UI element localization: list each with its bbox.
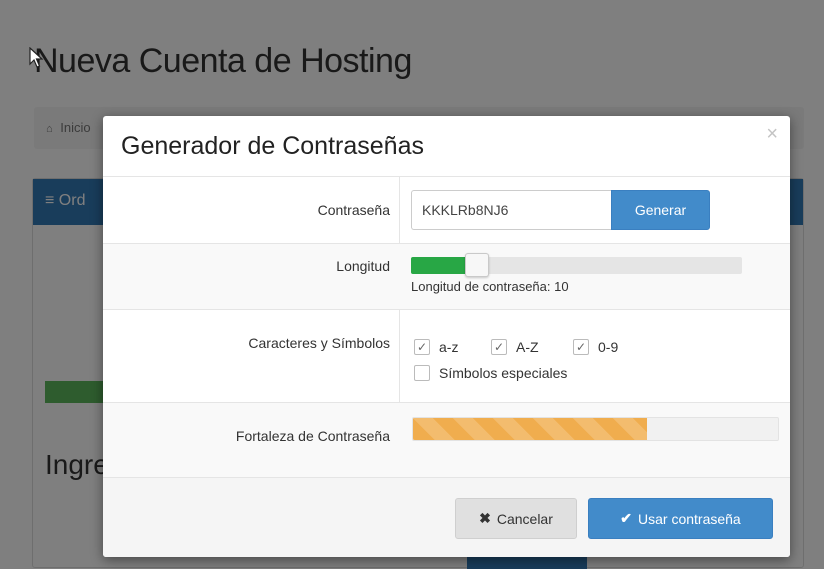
checkbox-lowercase[interactable]: ✓ a-z — [414, 339, 458, 355]
strength-row: Fortaleza de Contraseña — [103, 402, 790, 477]
checkbox-box[interactable]: ✓ — [414, 339, 430, 355]
use-password-button[interactable]: ✔ Usar contraseña — [588, 498, 773, 539]
characters-label: Caracteres y Símbolos — [248, 335, 390, 351]
strength-bar — [412, 417, 779, 441]
checkbox-special-symbols[interactable]: Símbolos especiales — [414, 365, 567, 381]
strength-label: Fortaleza de Contraseña — [235, 428, 390, 444]
generate-button[interactable]: Generar — [611, 190, 710, 230]
password-generator-modal: Generador de Contraseñas × Contraseña Ge… — [103, 116, 790, 557]
length-slider-handle[interactable] — [465, 253, 489, 277]
use-password-button-label: Usar contraseña — [638, 510, 741, 527]
modal-header: Generador de Contraseñas × — [103, 116, 790, 176]
check-icon: ✔ — [620, 510, 632, 526]
strength-bar-fill — [413, 418, 647, 440]
times-icon: ✖ — [479, 510, 491, 526]
length-caption: Longitud de contraseña: 10 — [411, 279, 569, 294]
mouse-cursor-icon — [29, 47, 44, 68]
checkbox-digits[interactable]: ✓ 0-9 — [573, 339, 618, 355]
password-row: Contraseña Generar — [103, 176, 790, 243]
checkbox-box[interactable]: ✓ — [573, 339, 589, 355]
checkbox-box[interactable] — [414, 365, 430, 381]
length-slider[interactable] — [411, 253, 742, 277]
length-slider-fill — [411, 257, 467, 274]
checkbox-label: 0-9 — [598, 339, 619, 355]
password-input[interactable] — [411, 190, 611, 230]
characters-row: Caracteres y Símbolos ✓ a-z ✓ A-Z ✓ 0-9 … — [103, 309, 790, 402]
length-row: Longitud Longitud de contraseña: 10 — [103, 243, 790, 309]
modal-footer: ✖ Cancelar ✔ Usar contraseña — [103, 477, 790, 557]
checkbox-label: Símbolos especiales — [439, 365, 568, 381]
password-label: Contraseña — [317, 202, 390, 218]
close-icon[interactable]: × — [766, 124, 778, 144]
modal-title: Generador de Contraseñas — [121, 132, 424, 160]
checkbox-label: a-z — [439, 339, 459, 355]
checkbox-label: A-Z — [516, 339, 539, 355]
cancel-button[interactable]: ✖ Cancelar — [455, 498, 577, 539]
length-label: Longitud — [336, 258, 390, 274]
checkbox-box[interactable]: ✓ — [491, 339, 507, 355]
cancel-button-label: Cancelar — [496, 510, 553, 527]
checkbox-uppercase[interactable]: ✓ A-Z — [491, 339, 539, 355]
